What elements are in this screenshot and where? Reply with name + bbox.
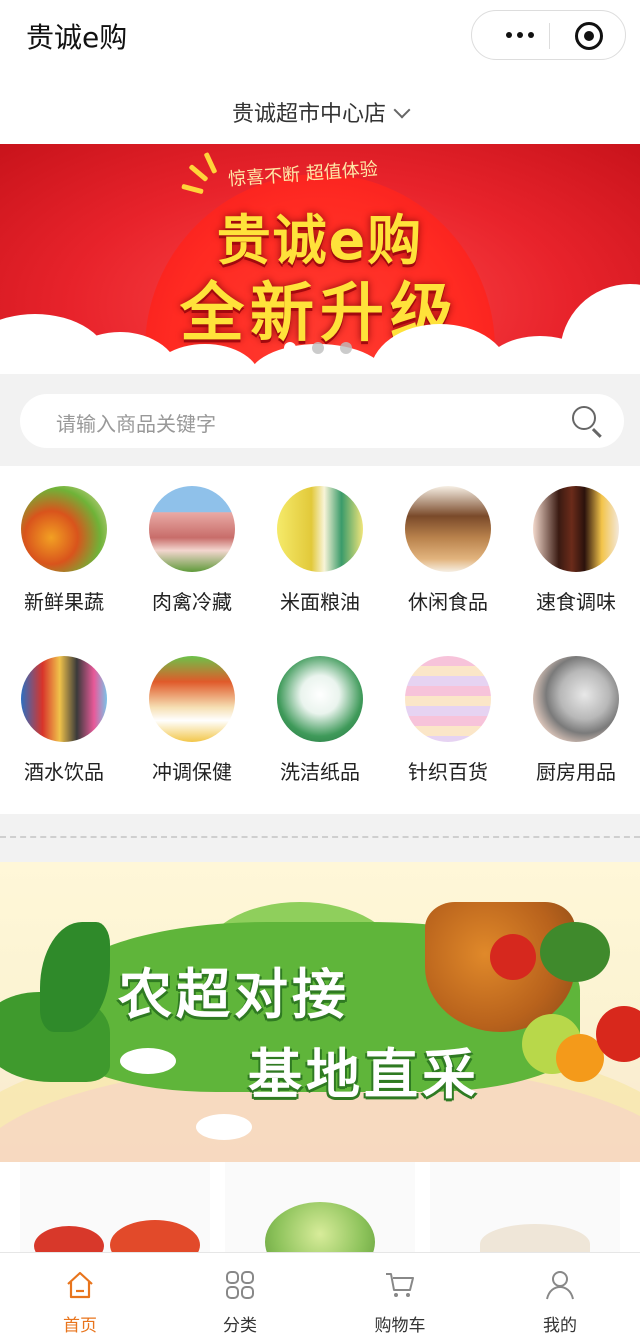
textile-icon	[405, 656, 491, 742]
category-label: 酒水饮品	[24, 760, 104, 784]
tab-label: 我的	[543, 1316, 577, 1336]
category-label: 针织百货	[408, 760, 488, 784]
seasoning-icon	[533, 486, 619, 572]
product-image	[480, 1224, 590, 1252]
tab-profile[interactable]: 我的	[480, 1253, 640, 1338]
tab-label: 购物车	[374, 1316, 426, 1336]
cabbage-icon	[265, 1202, 375, 1252]
tab-label: 首页	[63, 1316, 97, 1336]
nav-bar: 贵诚e购	[0, 0, 640, 72]
cart-icon	[386, 1273, 414, 1297]
category-item[interactable]: 洗洁纸品	[256, 656, 384, 785]
store-selector-bar: 贵诚超市中心店	[0, 72, 640, 144]
product-card[interactable]	[225, 1162, 415, 1252]
tab-category[interactable]: 分类	[160, 1253, 320, 1338]
fruit-veg-icon	[21, 486, 107, 572]
category-label: 冲调保健	[152, 760, 232, 784]
carousel-dot[interactable]	[284, 342, 296, 354]
target-close-icon[interactable]	[575, 22, 603, 50]
store-selector[interactable]: 贵诚超市中心店	[0, 96, 640, 128]
grain-oil-icon	[277, 486, 363, 572]
category-label: 新鲜果蔬	[24, 590, 104, 614]
more-dots-icon[interactable]	[492, 11, 548, 59]
category-label: 休闲食品	[408, 590, 488, 614]
search-icon[interactable]	[572, 406, 596, 430]
home-page: 贵诚e购 贵诚超市中心店 惊喜不断 超值体验 贵诚e购 全新升级 请输入商品关键…	[0, 0, 640, 1338]
category-item[interactable]: 速食调味	[512, 486, 640, 615]
product-strip	[0, 1162, 640, 1252]
section-divider	[0, 836, 640, 838]
category-label: 速食调味	[536, 590, 616, 614]
bottom-tab-bar: 首页 分类 购物车 我的	[0, 1252, 640, 1338]
search-section: 请输入商品关键字	[0, 374, 640, 466]
tab-label: 分类	[223, 1316, 257, 1336]
app-title: 贵诚e购	[26, 21, 128, 54]
carousel-dot[interactable]	[312, 342, 324, 354]
chevron-down-icon	[393, 101, 411, 119]
product-card[interactable]	[430, 1162, 620, 1252]
promo-title-line2: 基地直采	[248, 1043, 480, 1106]
kitchen-icon	[533, 656, 619, 742]
category-item[interactable]: 冲调保健	[128, 656, 256, 785]
tomato-icon	[34, 1226, 104, 1252]
meat-icon	[149, 486, 235, 572]
snack-icon	[405, 486, 491, 572]
drinks-icon	[21, 656, 107, 742]
cloud-icon	[120, 1048, 176, 1074]
banner-burst-mark	[181, 183, 204, 195]
user-icon	[546, 1271, 574, 1300]
category-item[interactable]: 肉禽冷藏	[128, 486, 256, 615]
broccoli-icon	[540, 922, 610, 982]
category-grid: 新鲜果蔬 肉禽冷藏 米面粮油 休闲食品 速食调味 酒水饮品 冲调保健 洗洁纸品 …	[0, 466, 640, 814]
category-label: 洗洁纸品	[280, 760, 360, 784]
category-grid-icon	[226, 1271, 254, 1299]
category-item[interactable]: 厨房用品	[512, 656, 640, 785]
banner-burst-mark	[188, 164, 209, 182]
cleaning-icon	[277, 656, 363, 742]
capsule-divider	[549, 23, 550, 49]
category-label: 肉禽冷藏	[152, 590, 232, 614]
carousel-dot[interactable]	[340, 342, 352, 354]
mini-program-capsule	[471, 10, 626, 60]
tomato-icon	[490, 934, 536, 980]
product-card[interactable]	[20, 1162, 210, 1252]
category-label: 米面粮油	[280, 590, 360, 614]
banner-burst-mark	[203, 151, 218, 175]
promo-title-line1: 农超对接	[118, 963, 350, 1026]
health-drink-icon	[149, 656, 235, 742]
carousel-indicator	[284, 342, 352, 354]
tomato-icon	[110, 1220, 200, 1252]
category-item[interactable]: 休闲食品	[384, 486, 512, 615]
category-item[interactable]: 米面粮油	[256, 486, 384, 615]
store-name: 贵诚超市中心店	[231, 102, 386, 127]
category-item[interactable]: 新鲜果蔬	[0, 486, 128, 615]
tab-cart[interactable]: 购物车	[320, 1253, 480, 1338]
category-item[interactable]: 酒水饮品	[0, 656, 128, 785]
cloud-icon	[196, 1114, 252, 1140]
search-input[interactable]: 请输入商品关键字	[20, 394, 624, 448]
hero-banner[interactable]: 惊喜不断 超值体验 贵诚e购 全新升级	[0, 144, 640, 374]
category-item[interactable]: 针织百货	[384, 656, 512, 785]
tab-home[interactable]: 首页	[0, 1253, 160, 1338]
category-label: 厨房用品	[536, 760, 616, 784]
promo-banner[interactable]: 农超对接 基地直采	[0, 862, 640, 1162]
search-placeholder: 请输入商品关键字	[56, 412, 216, 436]
home-icon	[67, 1271, 93, 1299]
